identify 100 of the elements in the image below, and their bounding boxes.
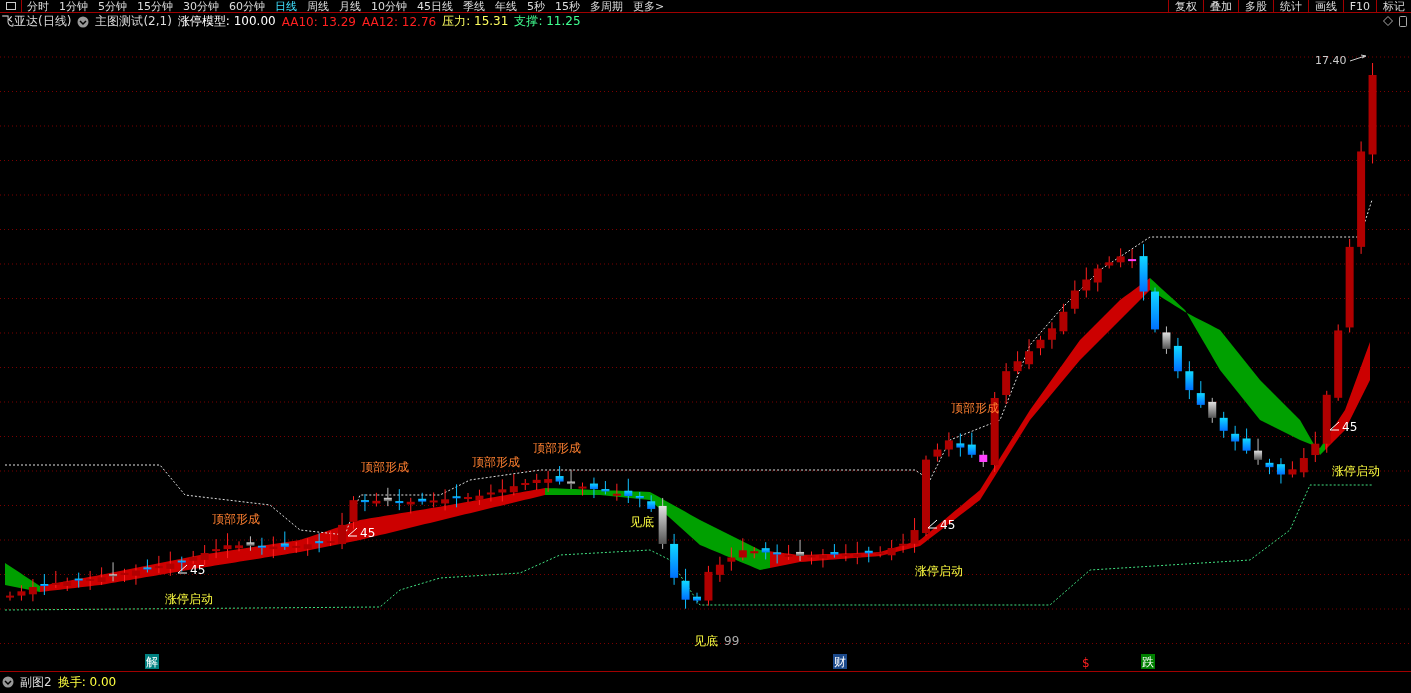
candlestick	[693, 592, 701, 605]
candlestick	[681, 568, 690, 610]
candlestick	[1025, 338, 1034, 370]
indicator-value: AA10: 13.29	[281, 14, 356, 29]
indicator-value: 压力: 15.31	[442, 13, 509, 30]
chart-annotation: 45	[360, 526, 376, 540]
candlestick	[1162, 325, 1171, 355]
candlestick	[51, 570, 60, 589]
candlestick	[1151, 287, 1159, 333]
period-tab[interactable]: 15分钟	[132, 0, 178, 12]
high-price-label: 17.40	[1315, 54, 1347, 67]
tool-button[interactable]: 多股	[1237, 0, 1273, 12]
diamond-icon[interactable]	[1383, 16, 1393, 26]
event-marker[interactable]: 解	[145, 654, 159, 669]
candlestick	[601, 480, 610, 495]
candlestick	[830, 543, 839, 559]
period-tab[interactable]: 5秒	[522, 0, 550, 12]
period-tab[interactable]: 15秒	[550, 0, 585, 12]
tool-button[interactable]: 标记	[1376, 0, 1411, 12]
candlestick	[97, 566, 106, 586]
candlestick	[498, 478, 507, 502]
candlestick	[235, 540, 243, 552]
tool-button[interactable]: 叠加	[1202, 0, 1238, 12]
candlestick	[750, 546, 759, 559]
candlestick	[1036, 335, 1045, 356]
candlestick	[1173, 337, 1182, 379]
candlestick	[223, 532, 232, 559]
period-tab[interactable]: 5分钟	[93, 0, 132, 12]
candlestick	[154, 555, 163, 574]
candlestick	[1219, 411, 1228, 439]
candlestick	[818, 548, 827, 568]
period-tab[interactable]: 60分钟	[224, 0, 270, 12]
period-tab[interactable]: 10分钟	[366, 0, 412, 12]
angle-icon	[927, 519, 938, 529]
candlestick	[441, 488, 450, 511]
candlestick	[1002, 362, 1011, 405]
candlestick	[6, 591, 14, 602]
candlestick	[303, 537, 312, 557]
tool-button[interactable]: F10	[1342, 0, 1376, 12]
candlestick	[1059, 303, 1068, 335]
candlestick	[864, 546, 873, 563]
candlestick	[200, 544, 209, 566]
candlestick	[1208, 397, 1217, 424]
candlestick	[509, 473, 518, 496]
candlestick	[589, 477, 598, 499]
event-marker[interactable]: 跌	[1141, 654, 1155, 669]
candlestick	[315, 532, 324, 553]
period-tab[interactable]: 月线	[334, 0, 366, 12]
event-marker[interactable]: 财	[833, 654, 847, 669]
chart-annotation: 顶部形成	[472, 455, 520, 469]
candlestick	[395, 488, 404, 511]
period-tab[interactable]: 日线	[270, 0, 302, 12]
period-tab[interactable]: 周线	[302, 0, 334, 12]
candlestick	[979, 450, 988, 468]
period-tab[interactable]: 分时	[22, 0, 54, 12]
candlestick	[612, 483, 621, 502]
chart-annotation: 顶部形成	[533, 441, 581, 455]
candlestick	[899, 533, 908, 554]
period-tab[interactable]: 年线	[490, 0, 522, 12]
candlestick	[1265, 458, 1274, 475]
candlestick	[177, 556, 186, 573]
tool-button[interactable]: 统计	[1272, 0, 1308, 12]
candlestick	[796, 539, 805, 562]
candlestick	[1322, 390, 1331, 454]
candlestick	[704, 565, 713, 607]
square-icon[interactable]	[1399, 16, 1407, 27]
chart-annotation: 涨停启动	[915, 564, 963, 578]
candlestick	[1105, 255, 1114, 269]
candlestick	[17, 584, 26, 602]
candlestick	[967, 432, 976, 459]
subchart-title: 副图2	[20, 673, 52, 691]
dropdown-icon[interactable]	[77, 15, 90, 28]
candlestick	[486, 484, 495, 502]
candlestick	[109, 561, 118, 582]
candlestick	[1231, 425, 1240, 451]
tool-button[interactable]: 画线	[1307, 0, 1343, 12]
candlestick	[944, 431, 953, 458]
candlestick	[28, 578, 37, 602]
period-tab[interactable]: 30分钟	[178, 0, 224, 12]
candlestick	[1299, 447, 1308, 478]
tool-button[interactable]: 复权	[1167, 0, 1203, 12]
candlestick	[1185, 360, 1194, 400]
stock-title: 飞亚达(日线)	[2, 13, 72, 30]
period-tab[interactable]: 45日线	[412, 0, 458, 12]
candlestick	[86, 570, 95, 591]
trend-ribbon-band	[5, 563, 40, 592]
candlestick	[555, 465, 564, 486]
dropdown-icon[interactable]	[2, 676, 14, 688]
candlestick	[120, 568, 129, 583]
event-marker[interactable]: $	[1082, 656, 1090, 670]
period-tab[interactable]: 1分钟	[54, 0, 93, 12]
chart-annotation: 顶部形成	[361, 460, 409, 474]
candlestick	[360, 493, 369, 512]
period-tab[interactable]: 季线	[458, 0, 490, 12]
candlestick	[246, 535, 255, 552]
candlestick	[887, 539, 896, 561]
candlestick	[715, 556, 724, 583]
candlestick	[1311, 431, 1320, 463]
period-tab[interactable]: 多周期	[585, 0, 628, 12]
period-tab[interactable]: 更多>	[628, 0, 670, 12]
